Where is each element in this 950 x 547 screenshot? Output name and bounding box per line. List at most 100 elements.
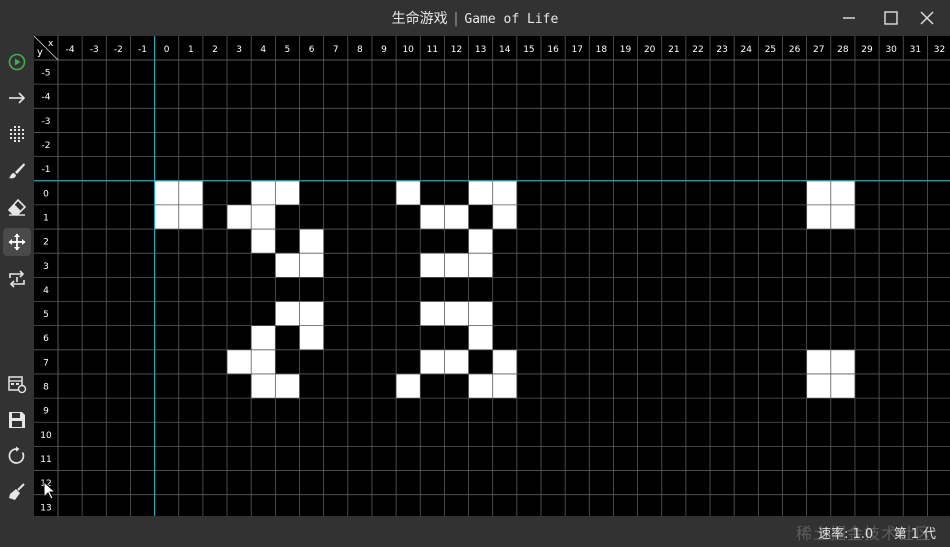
alive-cell — [492, 180, 517, 205]
column-label: 2 — [212, 45, 218, 55]
random-button[interactable] — [3, 120, 31, 148]
row-label: 9 — [43, 407, 49, 417]
title-english: Game of Life — [464, 12, 559, 27]
generation-suffix: 代 — [922, 527, 936, 542]
title-bar: 生命游戏 | Game of Life — [0, 0, 950, 36]
column-label: 24 — [741, 45, 753, 55]
brush-icon — [9, 163, 25, 179]
column-label: 14 — [499, 45, 511, 55]
row-label: 0 — [43, 189, 49, 199]
column-label: -3 — [90, 45, 99, 55]
window-title: 生命游戏 | Game of Life — [391, 11, 559, 27]
alive-cell — [492, 204, 517, 230]
column-label: 27 — [813, 45, 824, 55]
row-label: -4 — [42, 93, 51, 103]
alive-cell — [468, 229, 493, 254]
column-label: 6 — [309, 45, 315, 55]
alive-cell — [830, 349, 855, 374]
column-label: 32 — [934, 45, 945, 55]
alive-cell — [444, 349, 469, 374]
alive-cell — [468, 253, 493, 278]
clear-button[interactable] — [3, 478, 31, 506]
column-label: 1 — [188, 45, 194, 55]
column-label: 31 — [910, 45, 921, 55]
play-icon — [8, 53, 26, 71]
column-label: 15 — [523, 45, 534, 55]
repeat-button[interactable] — [3, 265, 31, 293]
column-label: 5 — [285, 45, 291, 55]
row-label: 8 — [43, 383, 49, 393]
row-label: 10 — [40, 431, 52, 441]
eraser-icon — [7, 198, 27, 216]
alive-cell — [830, 180, 855, 205]
alive-cell — [420, 349, 445, 374]
generation-prefix: 第 — [893, 527, 907, 542]
row-label: 1 — [43, 213, 49, 223]
close-icon — [920, 11, 934, 25]
alive-cell — [444, 301, 469, 326]
random-icon — [10, 126, 24, 142]
play-button[interactable] — [3, 48, 31, 76]
column-label: 20 — [644, 45, 656, 55]
save-button[interactable] — [3, 406, 31, 434]
minimize-icon — [843, 17, 855, 19]
status-text: 速率: 1.0 第1代 — [814, 523, 936, 542]
reset-button[interactable] — [3, 442, 31, 470]
column-label: -1 — [138, 45, 147, 55]
alive-cell — [154, 204, 179, 230]
column-label: 8 — [357, 45, 363, 55]
step-icon — [9, 92, 26, 104]
column-label: 10 — [402, 45, 414, 55]
column-label: 23 — [716, 45, 727, 55]
alive-cell — [251, 373, 276, 399]
alive-cell — [275, 180, 300, 205]
brush-button[interactable] — [3, 157, 31, 185]
column-label: 11 — [427, 45, 438, 55]
move-button[interactable] — [3, 228, 31, 256]
minimize-button[interactable] — [826, 0, 872, 36]
row-label: -5 — [42, 69, 51, 79]
speed-value: 1.0 — [852, 527, 874, 542]
grid-canvas[interactable]: xy -4 -3 -2 -1 0 1 2 3 4 5 6 7 8 9 10 11 12 13 14 15 16 17 18 19… — [34, 36, 950, 516]
column-label: -4 — [66, 45, 75, 55]
column-label: 22 — [692, 45, 703, 55]
alive-cell — [178, 180, 203, 205]
alive-cell — [251, 325, 276, 350]
step-button[interactable] — [3, 84, 31, 112]
alive-cell — [468, 373, 493, 399]
alive-cell — [492, 373, 517, 399]
column-label: 30 — [885, 45, 897, 55]
alive-cell — [299, 253, 324, 278]
alive-cell — [251, 349, 276, 374]
column-label: 17 — [571, 45, 582, 55]
alive-cell — [178, 204, 203, 230]
reset-icon — [8, 446, 25, 464]
alive-cell — [299, 301, 324, 326]
alive-cell — [420, 253, 445, 278]
close-button[interactable] — [904, 0, 950, 36]
alive-cell — [420, 301, 445, 326]
column-label: 13 — [475, 45, 486, 55]
row-label: 13 — [40, 503, 51, 513]
alive-cell — [492, 349, 517, 374]
alive-cell — [396, 373, 421, 399]
corner-y-label: y — [37, 47, 43, 58]
pattern-library-button[interactable] — [3, 370, 31, 398]
alive-cell — [396, 180, 421, 205]
column-label: -2 — [114, 45, 123, 55]
alive-cell — [275, 301, 300, 326]
row-label: 4 — [43, 286, 49, 296]
column-label: 19 — [620, 45, 632, 55]
alive-cell — [154, 180, 179, 205]
column-label: 29 — [861, 45, 873, 55]
alive-cell — [420, 204, 445, 230]
generation-value: 1 — [910, 527, 919, 542]
alive-cell — [806, 349, 831, 374]
game-grid[interactable]: x y -4 -3 -2 -1 0 1 2 3 4 5 6 7 8 9 10 11 12 13 14 15 16 17 18 19… — [34, 36, 950, 516]
save-icon — [9, 412, 25, 428]
row-label: 3 — [43, 262, 49, 272]
eraser-button[interactable] — [3, 193, 31, 221]
column-label: 28 — [837, 45, 849, 55]
row-label: 5 — [43, 310, 49, 320]
row-label: 6 — [43, 334, 49, 344]
